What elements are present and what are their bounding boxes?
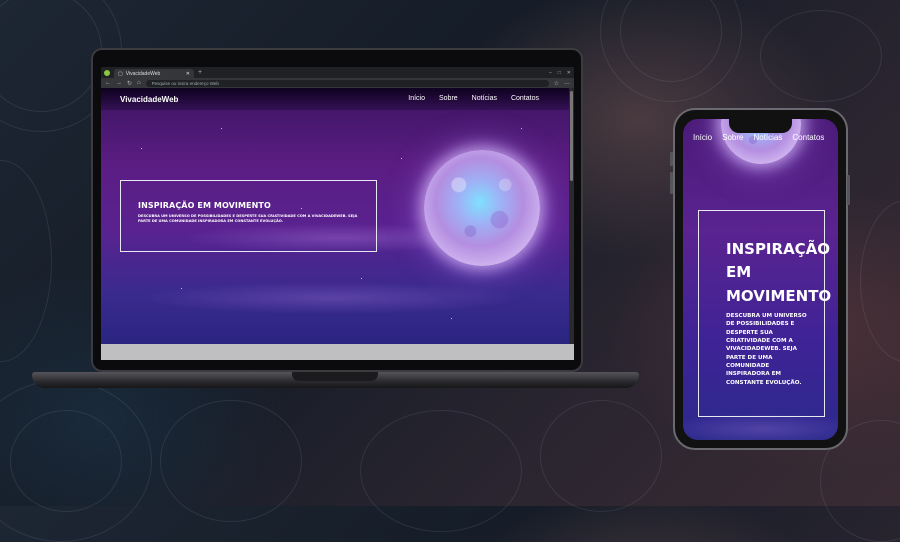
- forward-icon[interactable]: →: [116, 80, 122, 86]
- back-icon[interactable]: ←: [105, 80, 111, 86]
- phone-screen: Início Sobre Notícias Contatos INSPIRAÇÃ…: [683, 119, 838, 440]
- browser-tab-bar: ▢ VivacidadeWeb ✕ + – □ ✕: [101, 67, 574, 78]
- nav-link-sobre[interactable]: Sobre: [439, 95, 458, 102]
- maximize-button[interactable]: □: [558, 70, 561, 76]
- hero-text: Descubra um universo de possibilidades e…: [138, 214, 358, 224]
- scrollbar-thumb[interactable]: [570, 91, 573, 181]
- browser-tab[interactable]: ▢ VivacidadeWeb ✕: [114, 69, 194, 78]
- phone-volume-button: [670, 152, 673, 166]
- phone-nav-link-sobre[interactable]: Sobre: [722, 133, 743, 142]
- phone-hero-title: INSPIRAÇÃO EM MOVIMENTO: [726, 240, 832, 305]
- address-bar: ← → ↻ ⌂ Pesquise ou insira endereço Web …: [101, 78, 574, 88]
- phone-power-button: [847, 175, 850, 205]
- phone-hero-text: Descubra um universo de possibilidades e…: [726, 312, 807, 386]
- hero-title: INSPIRAÇÃO EM MOVIMENTO: [138, 201, 271, 210]
- nav-link-contatos[interactable]: Contatos: [511, 95, 539, 102]
- nav-link-inicio[interactable]: Início: [408, 95, 425, 102]
- phone-hero-card: INSPIRAÇÃO EM MOVIMENTO Descubra um univ…: [698, 210, 832, 417]
- moon-image: [424, 150, 540, 266]
- site-logo[interactable]: VivacidadeWeb: [120, 95, 178, 104]
- minimize-button[interactable]: –: [549, 70, 552, 76]
- hero-card: INSPIRAÇÃO EM MOVIMENTO Descubra um univ…: [120, 180, 377, 252]
- laptop-trackpad-notch: [292, 372, 378, 381]
- close-tab-icon[interactable]: ✕: [186, 71, 190, 77]
- tab-title: VivacidadeWeb: [125, 70, 161, 77]
- browser-profile-icon[interactable]: [104, 69, 110, 76]
- url-input[interactable]: Pesquise ou insira endereço Web: [145, 79, 549, 87]
- favorite-icon[interactable]: ☆: [554, 80, 559, 87]
- phone-nav-link-contatos[interactable]: Contatos: [792, 133, 824, 142]
- home-icon[interactable]: ⌂: [137, 80, 141, 86]
- new-tab-button[interactable]: +: [198, 69, 202, 76]
- laptop-screen: ▢ VivacidadeWeb ✕ + – □ ✕ ← → ↻ ⌂ Pesqui…: [101, 67, 574, 360]
- nav-link-noticias[interactable]: Notícias: [472, 95, 497, 102]
- site-header: VivacidadeWeb Início Sobre Notícias Cont…: [101, 88, 569, 110]
- phone-nav-link-inicio[interactable]: Início: [693, 133, 712, 142]
- page-icon: ▢: [118, 70, 123, 77]
- reload-icon[interactable]: ↻: [127, 80, 132, 87]
- phone-nav-link-noticias[interactable]: Notícias: [753, 133, 782, 142]
- close-window-button[interactable]: ✕: [567, 70, 571, 76]
- phone-volume-button: [670, 172, 673, 194]
- phone-nav-links: Início Sobre Notícias Contatos: [693, 133, 824, 142]
- taskbar: [101, 344, 574, 360]
- phone-notch: [729, 119, 792, 133]
- website-viewport: VivacidadeWeb Início Sobre Notícias Cont…: [101, 88, 569, 344]
- menu-icon[interactable]: …: [564, 80, 570, 86]
- site-nav-links: Início Sobre Notícias Contatos: [408, 95, 539, 102]
